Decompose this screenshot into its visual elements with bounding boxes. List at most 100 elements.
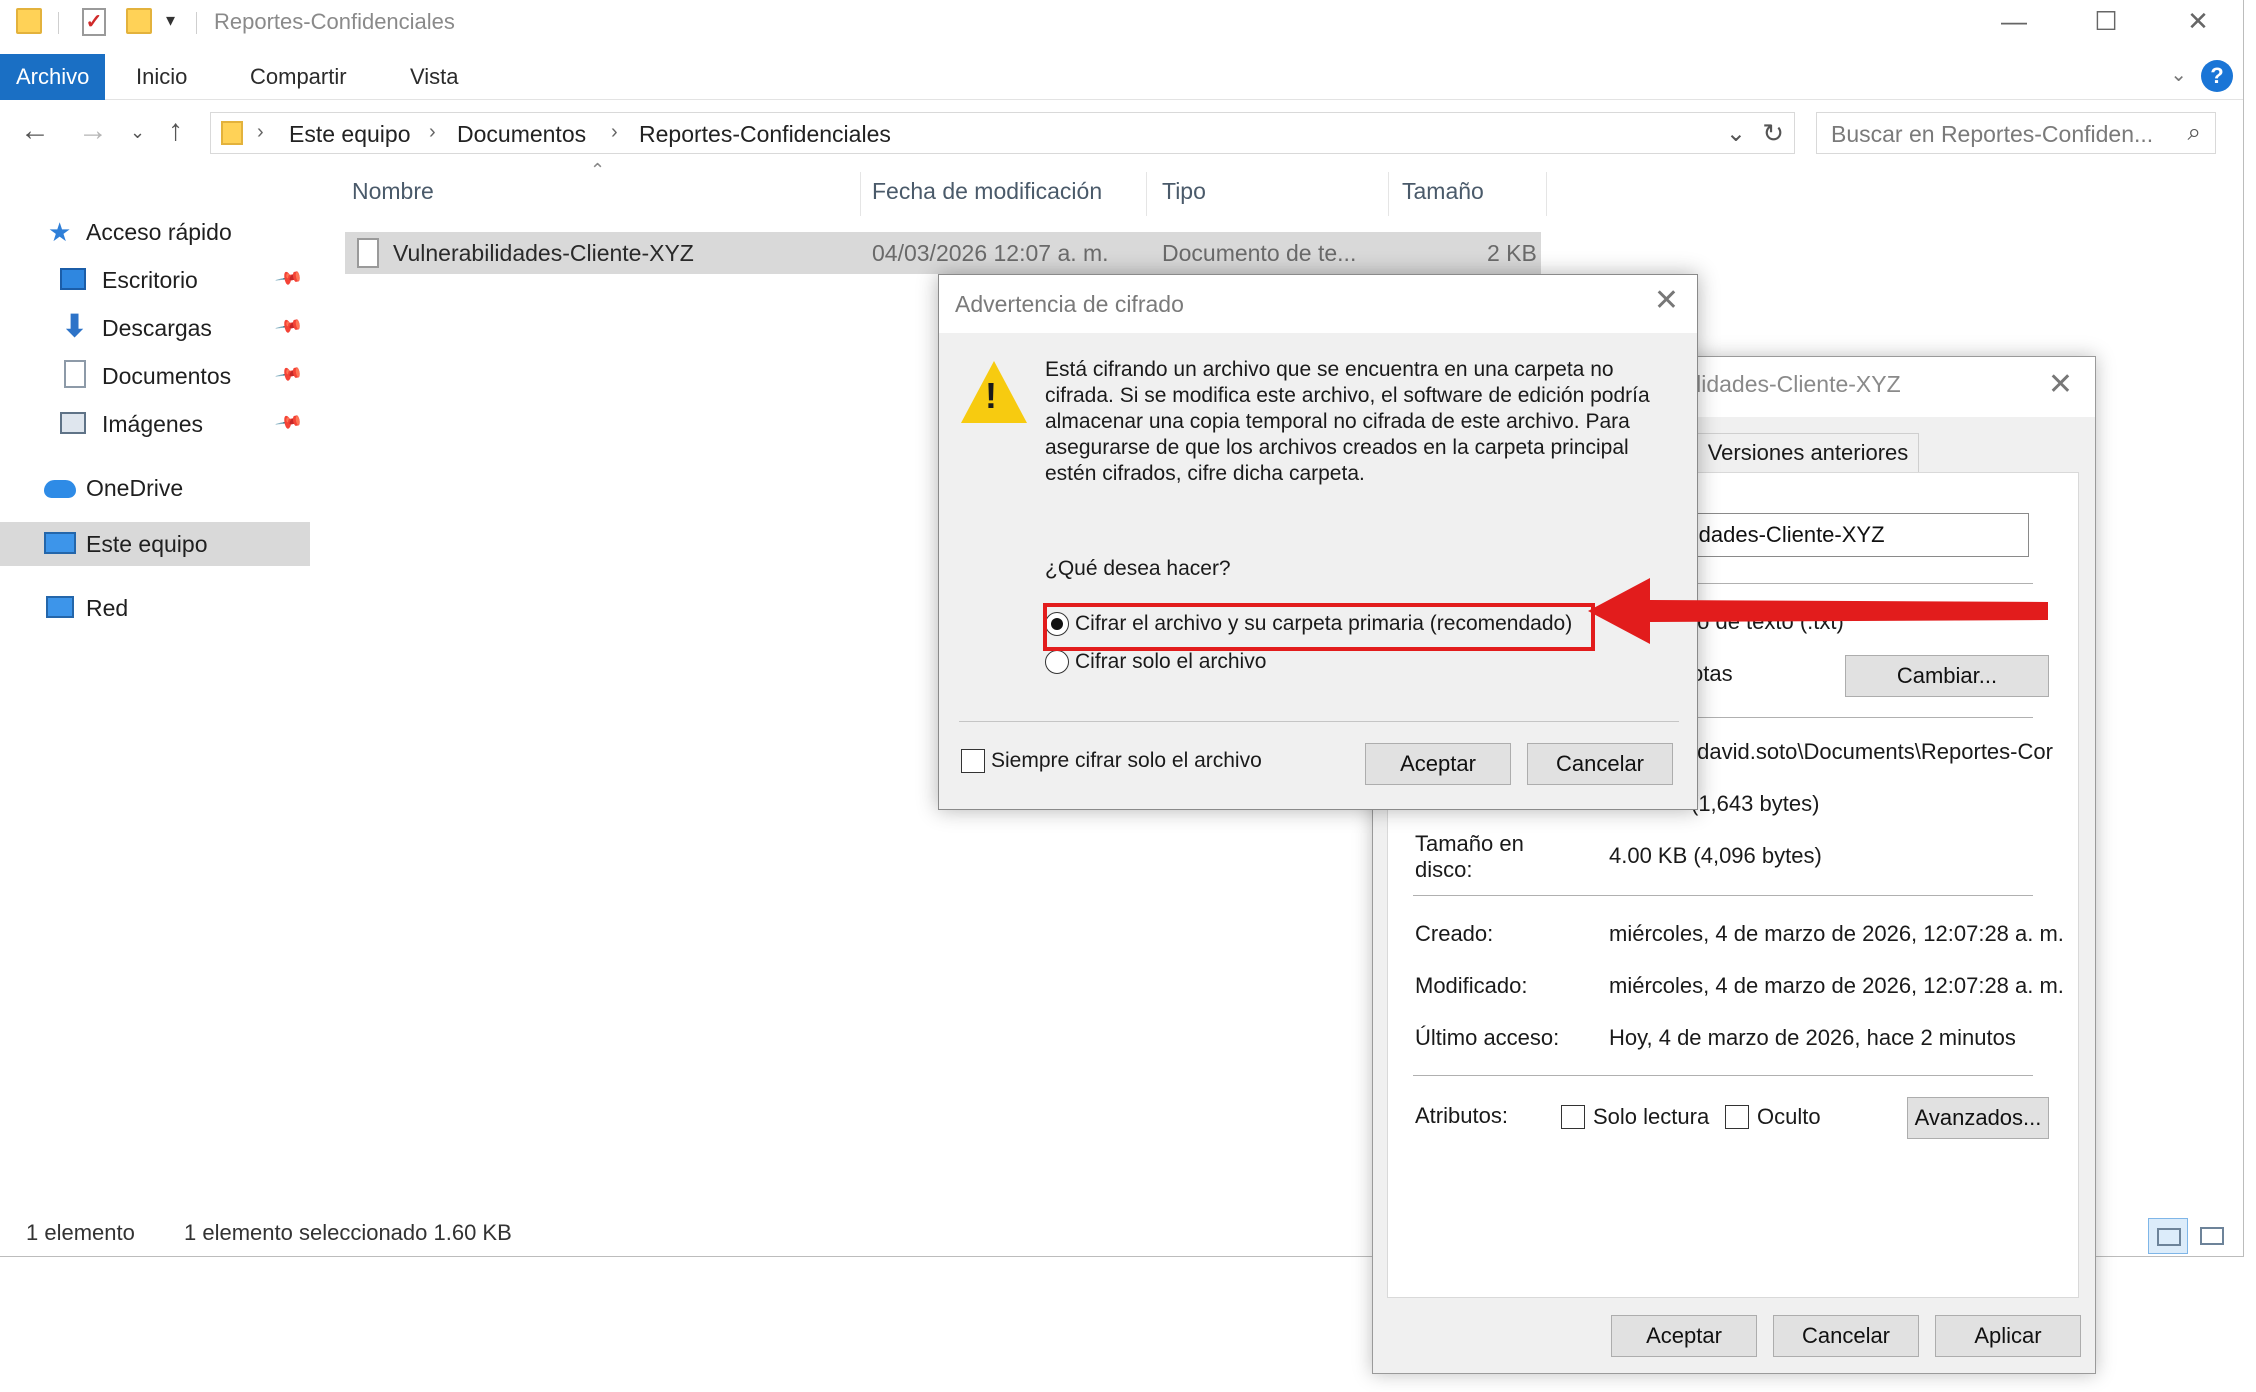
sidebar-item-label: Imágenes [102, 411, 204, 437]
search-icon[interactable]: ⌕ [2188, 119, 2201, 147]
created-label: Creado: [1415, 921, 1494, 946]
search-input[interactable]: Buscar en Reportes-Confiden... ⌕ [1816, 112, 2216, 154]
minimize-button[interactable]: — [1968, 0, 2060, 44]
sort-ascending-icon: ⌃ [590, 160, 606, 180]
tab-archivo[interactable]: Archivo [0, 54, 106, 100]
file-size: 2 KB [1487, 240, 1537, 266]
dialog-title: Advertencia de cifrado [955, 291, 1184, 317]
highlight-box [1043, 603, 1595, 651]
question-label: ¿Qué desea hacer? [1045, 557, 1231, 580]
maximize-button[interactable]: ☐ [2060, 0, 2152, 44]
breadcrumb-reportes-confidenciales[interactable]: Reportes-Confidenciales [639, 121, 891, 148]
cancel-button[interactable]: Cancelar [1527, 743, 1673, 785]
text-file-icon [357, 238, 379, 268]
sidebar-item-onedrive[interactable]: OneDrive [0, 466, 310, 510]
size-on-disk-value: 4.00 KB (4,096 bytes) [1609, 843, 1822, 868]
column-header-size[interactable]: Tamaño [1402, 178, 1484, 205]
hidden-label: Oculto [1757, 1104, 1821, 1129]
close-button[interactable]: ✕ [2152, 0, 2244, 44]
close-icon[interactable]: ✕ [2048, 367, 2073, 402]
download-icon: ⬇ [62, 310, 88, 343]
always-encrypt-file-checkbox[interactable] [961, 749, 985, 773]
divider [860, 172, 861, 216]
radio-button[interactable] [1045, 650, 1069, 674]
dialog-title-bar: Advertencia de cifrado ✕ [939, 275, 1697, 333]
annotation-arrow-icon [1588, 578, 2048, 644]
advanced-button[interactable]: Avanzados... [1907, 1097, 2049, 1139]
folder-icon [16, 8, 42, 34]
tab-inicio[interactable]: Inicio [118, 54, 205, 100]
sidebar-item-red[interactable]: Red [0, 586, 310, 630]
recent-locations-icon[interactable]: ⌄ [130, 122, 145, 143]
column-header-modified[interactable]: Fecha de modificación [872, 178, 1102, 205]
divider [196, 12, 197, 34]
sidebar-item-acceso-rapido[interactable]: ★ Acceso rápido [0, 210, 310, 254]
radio-label: Cifrar solo el archivo [1075, 650, 1267, 673]
expand-ribbon-icon[interactable]: ⌄ [2170, 62, 2187, 87]
sidebar-item-documentos[interactable]: Documentos 📌 [0, 354, 310, 398]
pin-icon[interactable]: 📌 [274, 359, 305, 389]
properties-icon[interactable]: ✓ [82, 8, 106, 36]
cancel-button[interactable]: Cancelar [1773, 1315, 1919, 1357]
computer-icon [44, 532, 76, 554]
search-placeholder: Buscar en Reportes-Confiden... [1831, 121, 2154, 147]
quick-access-dropdown-icon[interactable]: ▾ [166, 10, 175, 31]
divider [1413, 895, 2033, 896]
exclamation-icon: ! [985, 375, 997, 416]
divider [1146, 172, 1147, 216]
address-dropdown-icon[interactable]: ⌄ [1726, 119, 1746, 148]
change-button[interactable]: Cambiar... [1845, 655, 2049, 697]
always-encrypt-file-label: Siempre cifrar solo el archivo [991, 749, 1262, 772]
large-icons-view-icon[interactable] [2192, 1218, 2232, 1254]
apply-button[interactable]: Aplicar [1935, 1315, 2081, 1357]
divider [1546, 172, 1547, 216]
sidebar-item-label: Acceso rápido [86, 219, 232, 245]
chevron-right-icon[interactable]: › [611, 121, 618, 144]
sidebar-item-escritorio[interactable]: Escritorio 📌 [0, 258, 310, 302]
file-name-field[interactable]: ilidades-Cliente-XYZ [1673, 513, 2029, 557]
pin-icon[interactable]: 📌 [274, 311, 305, 341]
new-folder-icon[interactable] [126, 8, 152, 34]
column-header-name[interactable]: Nombre [352, 178, 434, 205]
file-row[interactable]: Vulnerabilidades-Cliente-XYZ 04/03/2026 … [345, 232, 1541, 274]
refresh-icon[interactable]: ↻ [1762, 118, 1784, 149]
file-type: Documento de te... [1162, 240, 1357, 266]
sidebar-item-imagenes[interactable]: Imágenes 📌 [0, 402, 310, 446]
sidebar-item-label: Este equipo [86, 531, 208, 557]
chevron-right-icon[interactable]: › [257, 121, 264, 144]
address-bar[interactable]: › Este equipo › Documentos › Reportes-Co… [210, 112, 1795, 154]
column-header-type[interactable]: Tipo [1162, 178, 1206, 205]
breadcrumb-este-equipo[interactable]: Este equipo [289, 121, 410, 148]
accessed-value: Hoy, 4 de marzo de 2026, hace 2 minutos [1609, 1025, 2016, 1050]
ok-button[interactable]: Aceptar [1365, 743, 1511, 785]
pin-icon[interactable]: 📌 [274, 407, 305, 437]
selection-info: 1 elemento seleccionado 1.60 KB [184, 1220, 512, 1245]
sidebar-item-label: OneDrive [86, 475, 184, 501]
sidebar-item-este-equipo[interactable]: Este equipo [0, 522, 310, 566]
documents-icon [64, 360, 86, 388]
divider [959, 721, 1679, 722]
hidden-checkbox[interactable] [1725, 1105, 1749, 1129]
item-count: 1 elemento [26, 1220, 135, 1245]
ribbon: Archivo Inicio Compartir Vista ⌄ ? [0, 54, 2243, 100]
sidebar-item-label: Descargas [102, 315, 212, 341]
close-icon[interactable]: ✕ [1654, 283, 1679, 318]
back-icon[interactable]: ← [20, 114, 50, 148]
tab-compartir[interactable]: Compartir [232, 54, 365, 100]
warning-message: Está cifrando un archivo que se encuentr… [1045, 358, 1650, 485]
window-title: Reportes-Confidenciales [214, 9, 455, 34]
details-view-icon[interactable] [2148, 1218, 2188, 1254]
chevron-right-icon[interactable]: › [429, 121, 436, 144]
modified-value: miércoles, 4 de marzo de 2026, 12:07:28 … [1609, 973, 2064, 998]
readonly-checkbox[interactable] [1561, 1105, 1585, 1129]
sidebar-item-descargas[interactable]: ⬇ Descargas 📌 [0, 306, 310, 350]
breadcrumb-documentos[interactable]: Documentos [457, 121, 586, 148]
tab-versiones-anteriores[interactable]: Versiones anteriores [1697, 433, 1919, 473]
tab-vista[interactable]: Vista [392, 54, 477, 100]
up-icon[interactable]: ↑ [168, 114, 183, 148]
forward-icon[interactable]: → [78, 114, 108, 148]
pin-icon[interactable]: 📌 [274, 263, 305, 293]
cloud-icon [44, 480, 76, 498]
help-icon[interactable]: ? [2201, 60, 2233, 92]
ok-button[interactable]: Aceptar [1611, 1315, 1757, 1357]
